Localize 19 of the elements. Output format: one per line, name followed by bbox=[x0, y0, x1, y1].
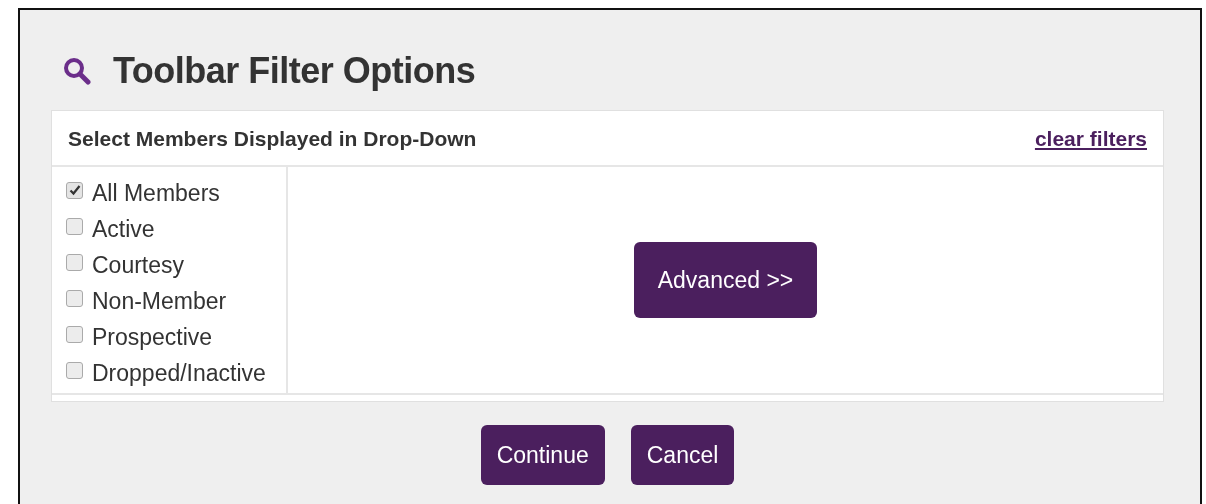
checkbox[interactable] bbox=[66, 325, 83, 343]
continue-button[interactable]: Continue bbox=[480, 425, 605, 485]
checkbox-label: All Members bbox=[92, 179, 220, 207]
checkbox[interactable] bbox=[66, 361, 83, 379]
clear-filters-link[interactable]: clear filters bbox=[1034, 127, 1147, 151]
dialog-title: Toolbar Filter Options bbox=[113, 50, 476, 92]
checkbox-label: Courtesy bbox=[92, 251, 185, 279]
cancel-button[interactable]: Cancel bbox=[630, 425, 735, 485]
checkbox[interactable] bbox=[66, 253, 83, 271]
panel-heading: Select Members Displayed in Drop-Down bbox=[68, 127, 477, 151]
checkbox-label: Active bbox=[92, 215, 155, 243]
checkbox[interactable] bbox=[66, 217, 83, 235]
checkbox-label: Dropped/Inactive bbox=[92, 359, 266, 387]
search-icon bbox=[63, 57, 91, 85]
checkbox-label: Prospective bbox=[92, 323, 213, 351]
advanced-button[interactable]: Advanced >> bbox=[634, 242, 817, 318]
checkbox-label: Non-Member bbox=[92, 287, 227, 315]
checkbox[interactable] bbox=[66, 181, 83, 199]
checkbox[interactable] bbox=[66, 289, 83, 307]
